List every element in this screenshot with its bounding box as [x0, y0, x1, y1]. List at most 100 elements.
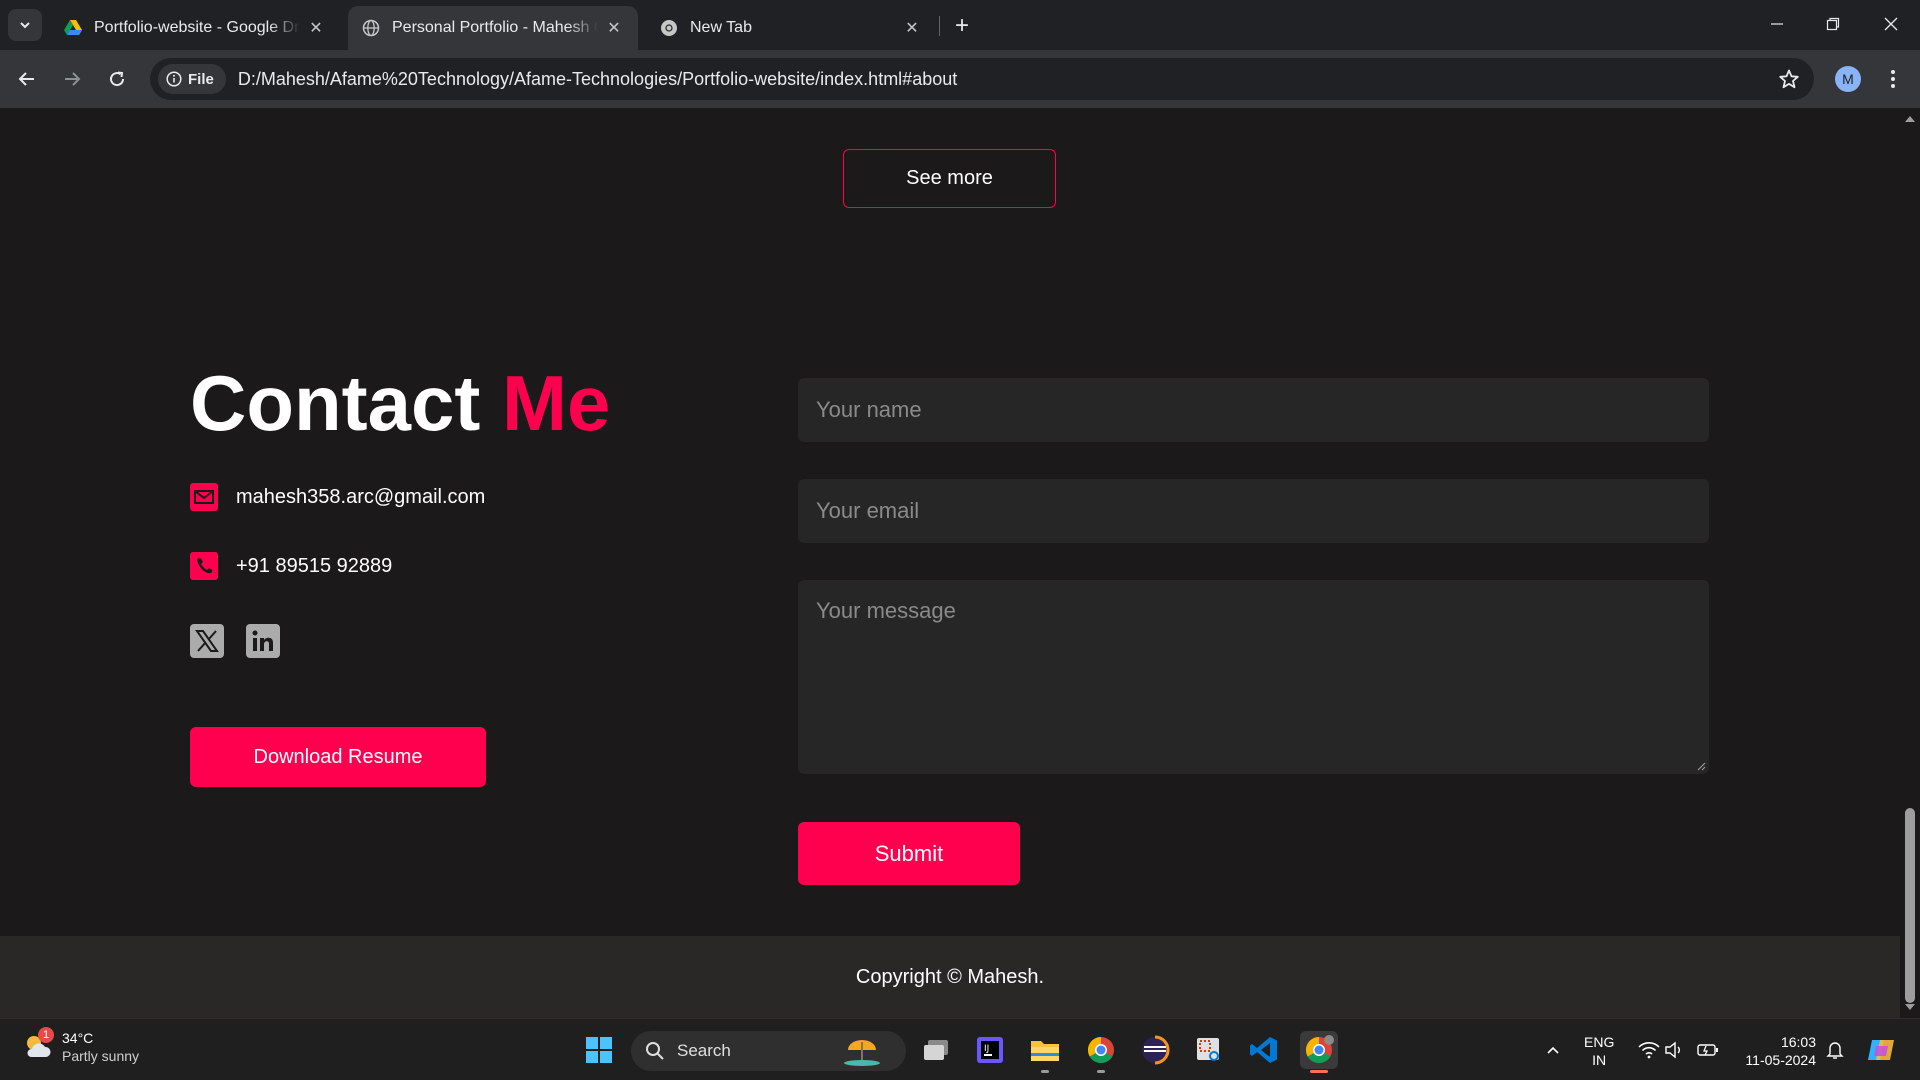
chrome-profile-app[interactable] — [1300, 1031, 1338, 1073]
restore-button[interactable] — [1810, 8, 1856, 40]
message-textarea[interactable]: Your message — [798, 580, 1709, 774]
contact-phone[interactable]: +91 89515 92889 — [236, 555, 392, 578]
chrome-app[interactable] — [1082, 1031, 1120, 1073]
scroll-down-icon[interactable] — [1905, 1004, 1915, 1010]
twitter-x-link[interactable] — [190, 624, 224, 658]
tab-google-drive[interactable]: Portfolio-website - Google Drive ✕ — [50, 6, 340, 50]
search-label: Search — [677, 1041, 731, 1060]
speaker-icon — [1665, 1041, 1680, 1059]
notifications-button[interactable] — [1816, 1031, 1854, 1069]
intellij-app[interactable]: IJ — [971, 1031, 1009, 1069]
close-icon[interactable]: ✕ — [902, 18, 922, 38]
vscode-icon — [1250, 1037, 1277, 1063]
tab-title: Portfolio-website - Google Drive — [94, 19, 300, 36]
envelope-icon — [190, 483, 218, 511]
windows-taskbar: 1 34°C Partly sunny Search IJ ENG IN 16:… — [0, 1018, 1920, 1080]
copyright-text: Copyright © Mahesh. — [855, 965, 1045, 988]
snipping-tool-app[interactable] — [1190, 1031, 1228, 1069]
more-vertical-icon — [1891, 70, 1895, 88]
volume-button[interactable] — [1655, 1031, 1693, 1069]
back-button[interactable] — [12, 64, 42, 94]
start-button[interactable] — [580, 1031, 618, 1069]
weather-badge: 1 — [38, 1027, 54, 1043]
tab-separator — [939, 16, 940, 36]
tab-strip: Portfolio-website - Google Drive ✕ Perso… — [0, 0, 1920, 50]
task-view-button[interactable] — [917, 1031, 955, 1069]
x-logo-icon — [195, 630, 219, 652]
clock-time: 16:03 — [1780, 1034, 1816, 1050]
task-view-icon — [924, 1040, 948, 1060]
download-resume-button[interactable]: Download Resume — [190, 727, 486, 787]
tab-new-tab[interactable]: New Tab ✕ — [646, 6, 936, 50]
reload-button[interactable] — [102, 64, 132, 94]
minimize-icon — [1771, 23, 1783, 25]
new-tab-button[interactable]: + — [948, 12, 976, 40]
battery-button[interactable] — [1689, 1031, 1727, 1069]
weather-widget[interactable]: 1 34°C Partly sunny — [22, 1027, 140, 1065]
phone-icon — [190, 552, 218, 580]
submit-button[interactable]: Submit — [798, 822, 1020, 885]
chevron-up-icon — [1547, 1046, 1559, 1054]
site-chip-label: File — [188, 70, 214, 88]
close-window-button[interactable] — [1868, 8, 1914, 40]
chrome-color-icon — [1087, 1036, 1114, 1064]
bell-icon — [1826, 1042, 1844, 1059]
page-scrollbar[interactable] — [1900, 108, 1920, 1018]
folder-icon — [1031, 1041, 1059, 1061]
profile-avatar[interactable]: M — [1835, 66, 1861, 92]
tab-title: New Tab — [690, 19, 752, 36]
tab-personal-portfolio[interactable]: Personal Portfolio - Mahesh Chavan ✕ — [348, 6, 638, 50]
contact-title: Contact Me — [190, 358, 610, 449]
resize-grip-icon[interactable] — [1696, 761, 1706, 771]
see-more-button[interactable]: See more — [843, 149, 1056, 208]
address-bar[interactable]: File D:/Mahesh/Afame%20Technology/Afame-… — [150, 58, 1814, 100]
copilot-button[interactable] — [1862, 1031, 1900, 1069]
star-icon — [1779, 69, 1799, 89]
bookmark-button[interactable] — [1778, 68, 1800, 95]
close-icon[interactable]: ✕ — [604, 18, 624, 38]
email-input[interactable]: Your email — [798, 479, 1709, 543]
email-placeholder: Your email — [816, 498, 920, 523]
arrow-right-icon — [65, 72, 81, 86]
vscode-app[interactable] — [1245, 1031, 1283, 1069]
browser-menu-button[interactable] — [1880, 64, 1906, 94]
scrollbar-thumb[interactable] — [1905, 808, 1915, 1003]
taskbar-search[interactable]: Search — [631, 1031, 906, 1071]
beach-umbrella-icon — [844, 1040, 880, 1066]
contact-phone-row: +91 89515 92889 — [190, 552, 392, 580]
contact-email-row: mahesh358.arc@gmail.com — [190, 483, 485, 511]
contact-email[interactable]: mahesh358.arc@gmail.com — [236, 486, 485, 509]
tab-title: Personal Portfolio - Mahesh Chavan — [392, 19, 598, 36]
intellij-icon: IJ — [977, 1037, 1003, 1063]
chrome-color-icon — [1305, 1035, 1334, 1064]
linkedin-link[interactable] — [246, 624, 280, 658]
clock-date: 11-05-2024 — [1745, 1052, 1816, 1068]
tab-search-button[interactable] — [8, 9, 42, 41]
battery-icon — [1697, 1044, 1718, 1056]
reload-icon — [110, 71, 125, 87]
forward-button[interactable] — [57, 64, 87, 94]
show-hidden-icons-button[interactable] — [1534, 1031, 1572, 1069]
file-explorer-app[interactable] — [1026, 1031, 1064, 1073]
restore-icon — [1826, 17, 1840, 31]
snipping-tool-icon — [1197, 1038, 1219, 1061]
close-icon[interactable]: ✕ — [306, 18, 326, 38]
language-indicator[interactable]: ENG IN — [1584, 1033, 1614, 1069]
clock[interactable]: 16:03 11-05-2024 — [1736, 1033, 1816, 1069]
footer: Copyright © Mahesh. — [0, 936, 1900, 1018]
chevron-down-icon — [20, 22, 30, 29]
minimize-button[interactable] — [1754, 8, 1800, 40]
name-placeholder: Your name — [816, 397, 922, 422]
info-icon — [166, 71, 182, 87]
site-info-chip[interactable]: File — [158, 64, 226, 94]
lang-line2: IN — [1592, 1052, 1607, 1068]
weather-condition: Partly sunny — [62, 1048, 140, 1064]
scroll-up-icon[interactable] — [1905, 116, 1915, 122]
svg-text:IJ: IJ — [984, 1044, 989, 1054]
name-input[interactable]: Your name — [798, 378, 1709, 442]
eclipse-app[interactable] — [1136, 1031, 1174, 1069]
windows-logo-icon — [586, 1037, 612, 1063]
contact-title-main: Contact — [190, 359, 481, 447]
active-indicator — [1310, 1070, 1328, 1073]
copilot-icon — [1868, 1040, 1894, 1060]
